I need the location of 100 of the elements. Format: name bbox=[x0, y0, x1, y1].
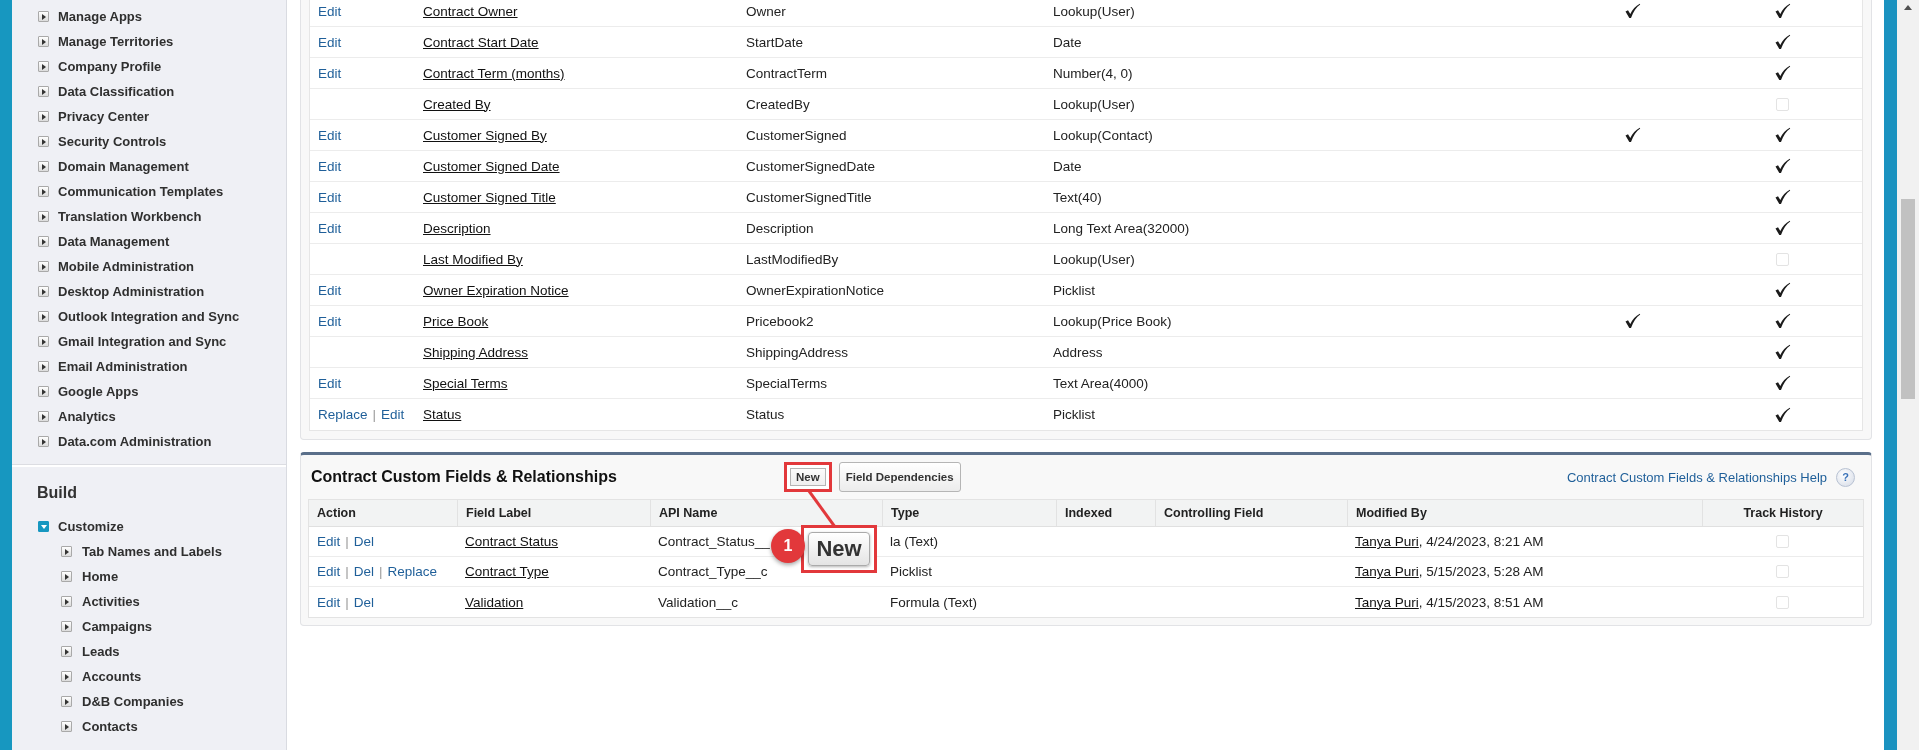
toolbar-button[interactable]: New bbox=[784, 462, 832, 492]
field-label-link[interactable]: Owner Expiration Notice bbox=[423, 282, 569, 298]
field-label-link[interactable]: Customer Signed Date bbox=[423, 158, 560, 174]
api-name: Pricebook2 bbox=[746, 313, 814, 329]
field-label-link[interactable]: Special Terms bbox=[423, 375, 508, 391]
action-link[interactable]: Edit bbox=[317, 564, 341, 579]
sidebar-item[interactable]: Tab Names and Labels bbox=[82, 544, 222, 559]
field-label-link[interactable]: Contract Status bbox=[465, 534, 559, 549]
sidebar-item[interactable]: Contacts bbox=[82, 719, 138, 734]
action-link[interactable]: Del bbox=[353, 564, 375, 579]
api-name: CreatedBy bbox=[746, 96, 810, 112]
field-label-link[interactable]: Validation bbox=[465, 594, 524, 610]
data-type: Picklist bbox=[1053, 407, 1095, 422]
field-label-link[interactable]: Customer Signed Title bbox=[423, 189, 556, 205]
column-header: API Name bbox=[659, 506, 718, 520]
action-link[interactable]: Edit bbox=[318, 220, 342, 236]
data-type: Date bbox=[1053, 158, 1082, 174]
api-name: Contract_Type__c bbox=[658, 564, 768, 579]
sidebar-item[interactable]: Security Controls bbox=[58, 134, 167, 149]
action-link[interactable]: Del bbox=[353, 534, 375, 549]
action-link[interactable]: Replace bbox=[318, 407, 368, 422]
data-type: Address bbox=[1053, 344, 1103, 360]
sidebar-item[interactable]: Outlook Integration and Sync bbox=[58, 309, 240, 324]
field-label-link[interactable]: Last Modified By bbox=[423, 251, 523, 267]
action-link[interactable]: Edit bbox=[318, 282, 342, 298]
sidebar-item[interactable]: Communication Templates bbox=[58, 184, 224, 199]
sidebar-item[interactable]: Translation Workbench bbox=[58, 209, 202, 224]
sidebar-item[interactable]: Home bbox=[82, 569, 119, 584]
column-header: Modified By bbox=[1356, 506, 1427, 520]
api-name: ShippingAddress bbox=[746, 344, 849, 360]
data-type: la (Text) bbox=[890, 534, 938, 549]
separator: | bbox=[345, 594, 349, 610]
sidebar-item[interactable]: Analytics bbox=[58, 409, 116, 424]
sidebar-item[interactable]: Activities bbox=[82, 594, 140, 609]
api-name: CustomerSignedDate bbox=[746, 158, 876, 174]
action-link[interactable]: Edit bbox=[317, 534, 341, 549]
field-label-link[interactable]: Contract Owner bbox=[423, 3, 518, 19]
data-type: Text(40) bbox=[1053, 189, 1102, 205]
field-label-link[interactable]: Created By bbox=[423, 96, 491, 112]
field-label-link[interactable]: Customer Signed By bbox=[423, 127, 547, 143]
sidebar-item[interactable]: Company Profile bbox=[58, 59, 162, 74]
up-arrow-icon[interactable] bbox=[1904, 5, 1912, 10]
user-link[interactable]: Tanya Puri bbox=[1355, 594, 1419, 610]
sidebar-item[interactable]: Privacy Center bbox=[58, 109, 150, 124]
action-link[interactable]: Edit bbox=[318, 158, 342, 174]
action-link[interactable]: Replace bbox=[387, 564, 438, 579]
action-link[interactable]: Edit bbox=[318, 65, 342, 81]
sidebar-item[interactable]: Domain Management bbox=[58, 159, 189, 174]
separator: | bbox=[345, 564, 349, 579]
sidebar-item[interactable]: Gmail Integration and Sync bbox=[58, 334, 227, 349]
scrollbar-thumb[interactable] bbox=[1901, 199, 1915, 399]
action-link[interactable]: Edit bbox=[318, 127, 342, 143]
field-label-link[interactable]: Status bbox=[423, 407, 462, 422]
column-header: Type bbox=[891, 506, 920, 520]
sidebar-item[interactable]: Leads bbox=[82, 644, 120, 659]
api-name: ContractTerm bbox=[746, 65, 828, 81]
sidebar-item[interactable]: D&B Companies bbox=[82, 694, 184, 709]
help-icon[interactable]: ? bbox=[1836, 467, 1855, 487]
sidebar-item[interactable]: Mobile Administration bbox=[58, 259, 195, 274]
sidebar-item[interactable]: Manage Apps bbox=[58, 9, 143, 24]
action-link[interactable]: Edit bbox=[318, 375, 342, 391]
action-link[interactable]: Edit bbox=[381, 407, 405, 422]
sidebar-item[interactable]: Data Management bbox=[58, 234, 170, 249]
user-link[interactable]: Tanya Puri bbox=[1355, 534, 1419, 549]
api-name: Description bbox=[746, 220, 814, 236]
sidebar-item[interactable]: Google Apps bbox=[58, 384, 139, 399]
sidebar-item[interactable]: Campaigns bbox=[82, 619, 153, 634]
action-link[interactable]: Del bbox=[353, 594, 375, 610]
field-label-link[interactable]: Shipping Address bbox=[423, 344, 529, 360]
api-name: SpecialTerms bbox=[746, 375, 828, 391]
field-label-link[interactable]: Contract Term (months) bbox=[423, 65, 565, 81]
api-name: StartDate bbox=[746, 34, 804, 50]
action-link[interactable]: Edit bbox=[318, 189, 342, 205]
field-label-link[interactable]: Description bbox=[423, 220, 491, 236]
api-name: Contract_Status__ bbox=[658, 534, 770, 549]
action-link[interactable]: Edit bbox=[317, 594, 341, 610]
user-link[interactable]: Tanya Puri bbox=[1355, 564, 1419, 579]
sidebar-item[interactable]: Data Classification bbox=[58, 84, 175, 99]
sidebar-item[interactable]: Data.com Administration bbox=[58, 434, 212, 449]
sidebar-item[interactable]: Customize bbox=[58, 519, 124, 534]
field-label-link[interactable]: Contract Start Date bbox=[423, 34, 539, 50]
sidebar-item[interactable]: Accounts bbox=[82, 669, 142, 684]
section-heading: Build bbox=[36, 483, 78, 503]
data-type: Long Text Area(32000) bbox=[1053, 220, 1190, 236]
scrollbar[interactable] bbox=[1897, 0, 1919, 750]
api-name: CustomerSignedTitle bbox=[746, 189, 872, 205]
toolbar-button[interactable]: Field Dependencies bbox=[838, 462, 961, 492]
column-header: Indexed bbox=[1065, 506, 1113, 520]
action-link[interactable]: Edit bbox=[318, 34, 342, 50]
action-link[interactable]: Edit bbox=[318, 313, 342, 329]
section-title: Contract Custom Fields & Relationships bbox=[310, 468, 618, 486]
sidebar-item[interactable]: Desktop Administration bbox=[58, 284, 205, 299]
separator: | bbox=[372, 407, 377, 422]
field-label-link[interactable]: Contract Type bbox=[465, 564, 549, 579]
help-link[interactable]: Contract Custom Fields & Relationships Help bbox=[1566, 469, 1827, 485]
field-label-link[interactable]: Price Book bbox=[423, 313, 489, 329]
sidebar-item[interactable]: Email Administration bbox=[58, 359, 188, 374]
modified-by-text: Tanya Puri, 4/15/2023, 8:51 AM bbox=[1355, 594, 1544, 610]
action-link[interactable]: Edit bbox=[318, 3, 342, 19]
sidebar-item[interactable]: Manage Territories bbox=[58, 34, 174, 49]
